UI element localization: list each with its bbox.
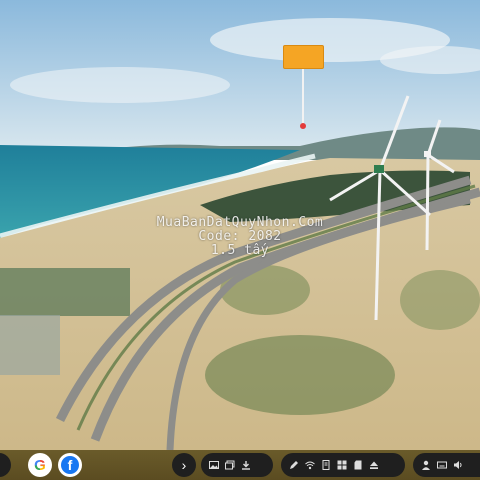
watermark: MuaBanDatQuyNhon.Com Code: 2082 1.5 tấy bbox=[130, 216, 350, 258]
photo-stack-icon[interactable] bbox=[225, 460, 235, 470]
location-pin[interactable] bbox=[283, 45, 324, 130]
eject-icon[interactable] bbox=[369, 460, 379, 470]
grid-icon[interactable] bbox=[337, 460, 347, 470]
facebook-icon: f bbox=[61, 456, 79, 474]
facebook-button[interactable]: f bbox=[58, 453, 82, 477]
watermark-site: MuaBanDatQuyNhon.Com bbox=[156, 215, 324, 230]
watermark-area: 1.5 tấy bbox=[210, 243, 270, 258]
pin-label bbox=[283, 45, 324, 69]
chevron-right-icon: › bbox=[181, 457, 187, 473]
expand-arrow-button[interactable]: › bbox=[172, 453, 196, 477]
google-icon: G bbox=[34, 456, 46, 474]
person-icon[interactable] bbox=[421, 460, 431, 470]
media-tray bbox=[201, 453, 273, 477]
keyboard-icon[interactable] bbox=[437, 460, 447, 470]
image-icon[interactable] bbox=[209, 460, 219, 470]
pin-stem bbox=[302, 69, 304, 124]
wifi-icon[interactable] bbox=[305, 460, 315, 470]
system-tray bbox=[281, 453, 405, 477]
pin-dot bbox=[300, 123, 306, 129]
watermark-code: Code: 2082 bbox=[198, 229, 282, 244]
launcher-button[interactable] bbox=[0, 453, 11, 477]
bottom-toolbar: G f › bbox=[0, 450, 480, 480]
download-icon[interactable] bbox=[241, 460, 251, 470]
document-icon[interactable] bbox=[321, 460, 331, 470]
google-button[interactable]: G bbox=[28, 453, 52, 477]
speaker-icon[interactable] bbox=[453, 460, 463, 470]
sd-card-icon[interactable] bbox=[353, 460, 363, 470]
pen-icon[interactable] bbox=[289, 460, 299, 470]
status-tray bbox=[413, 453, 480, 477]
